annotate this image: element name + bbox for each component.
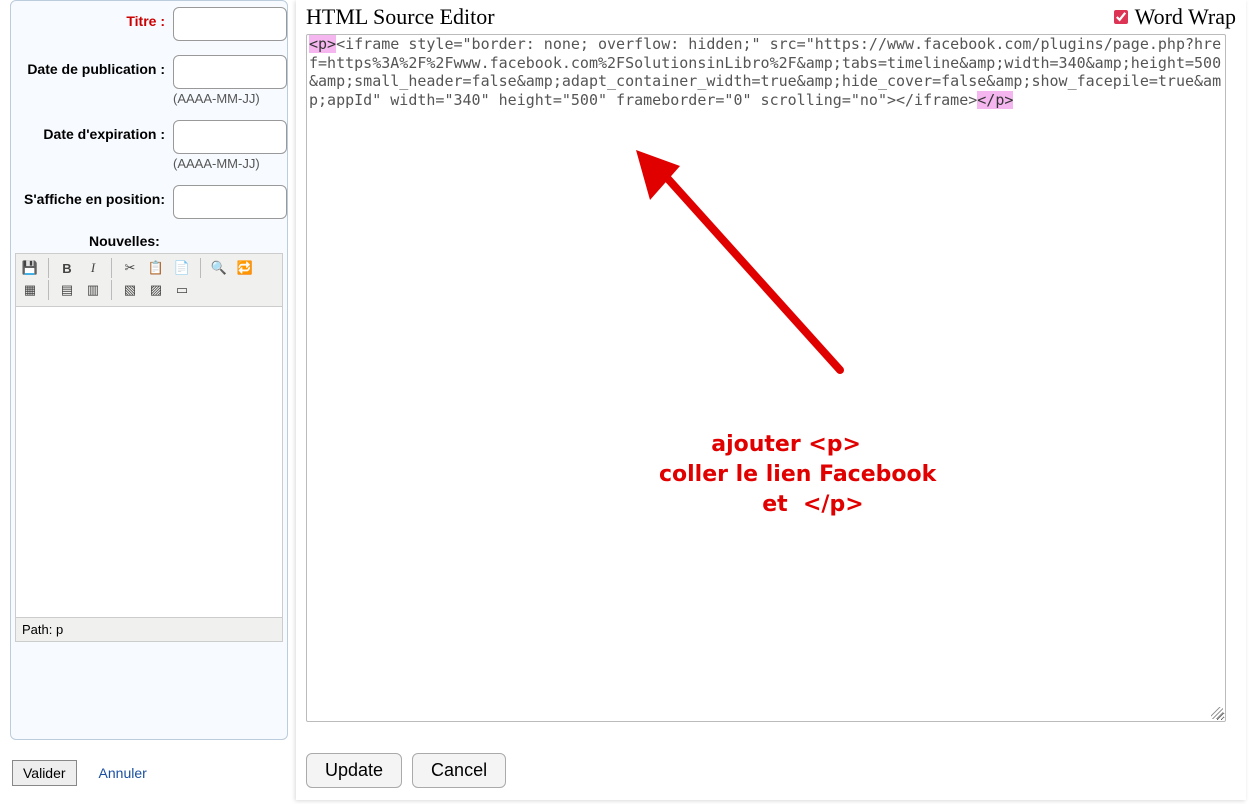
hint-date-pub: (AAAA-MM-JJ) xyxy=(173,91,287,106)
label-nouvelles: Nouvelles: xyxy=(89,233,287,249)
html-source-modal: HTML Source Editor Word Wrap <p><iframe … xyxy=(296,0,1246,800)
label-date-exp: Date d'expiration : xyxy=(11,120,173,142)
cancel-button[interactable]: Cancel xyxy=(412,753,506,788)
valider-button[interactable]: Valider xyxy=(12,760,77,786)
save-icon[interactable]: 💾 xyxy=(20,258,40,278)
paste-icon[interactable]: 📄 xyxy=(172,258,192,278)
path-prefix: Path: xyxy=(22,622,56,637)
wordwrap-label: Word Wrap xyxy=(1135,4,1236,30)
label-date-pub: Date de publication : xyxy=(11,55,173,77)
label-position: S'affiche en position: xyxy=(11,185,173,207)
open-p-tag: <p> xyxy=(309,35,336,53)
rich-text-editor: 💾 B I ✂ 📋 📄 🔍 🔁 ▦ ▤ ▥ xyxy=(15,253,283,642)
modal-title: HTML Source Editor xyxy=(306,4,495,30)
col-before-icon[interactable]: ▧ xyxy=(120,280,140,300)
path-value: p xyxy=(56,622,63,637)
copy-icon[interactable]: 📋 xyxy=(146,258,166,278)
replace-icon[interactable]: 🔁 xyxy=(235,258,255,278)
merge-icon[interactable]: ▭ xyxy=(172,280,192,300)
close-p-tag: </p> xyxy=(977,91,1013,109)
editor-path-bar: Path: p xyxy=(16,617,282,641)
cut-icon[interactable]: ✂ xyxy=(120,258,140,278)
find-icon[interactable]: 🔍 xyxy=(209,258,229,278)
hint-date-exp: (AAAA-MM-JJ) xyxy=(173,156,287,171)
bold-icon[interactable]: B xyxy=(57,258,77,278)
row-after-icon[interactable]: ▥ xyxy=(83,280,103,300)
resize-handle-icon[interactable] xyxy=(1209,705,1223,719)
update-button[interactable]: Update xyxy=(306,753,402,788)
form-panel: Titre : Date de publication : (AAAA-MM-J… xyxy=(10,0,288,740)
input-date-exp[interactable] xyxy=(173,120,287,154)
col-after-icon[interactable]: ▨ xyxy=(146,280,166,300)
input-position[interactable] xyxy=(173,185,287,219)
annuler-link[interactable]: Annuler xyxy=(99,765,147,781)
source-middle: <iframe style="border: none; overflow: h… xyxy=(309,35,1221,109)
row-before-icon[interactable]: ▤ xyxy=(57,280,77,300)
wordwrap-checkbox[interactable] xyxy=(1114,10,1128,24)
label-titre: Titre : xyxy=(11,7,173,29)
table-icon[interactable]: ▦ xyxy=(20,280,40,300)
italic-icon[interactable]: I xyxy=(83,258,103,278)
input-titre[interactable] xyxy=(173,7,287,41)
source-textarea[interactable]: <p><iframe style="border: none; overflow… xyxy=(306,34,1226,722)
editor-toolbar: 💾 B I ✂ 📋 📄 🔍 🔁 ▦ ▤ ▥ xyxy=(16,254,282,307)
input-date-pub[interactable] xyxy=(173,55,287,89)
wordwrap-toggle[interactable]: Word Wrap xyxy=(1110,4,1236,30)
editor-content-area[interactable] xyxy=(16,307,282,617)
